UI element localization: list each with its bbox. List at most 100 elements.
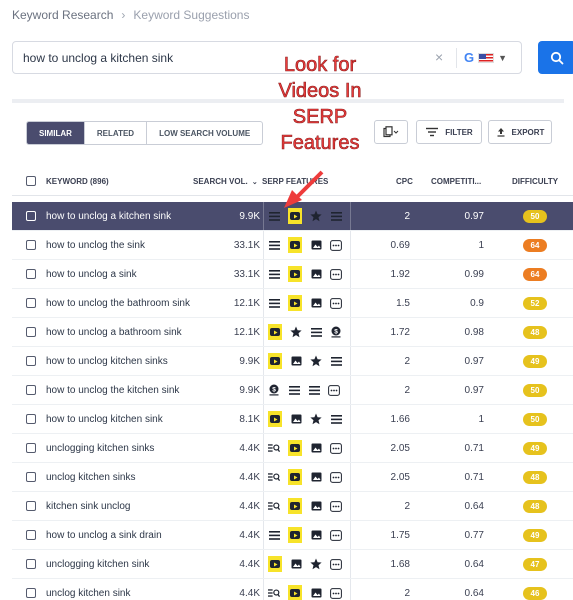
row-checkbox[interactable] [26, 298, 36, 308]
more-icon[interactable] [330, 587, 342, 599]
list-icon[interactable] [268, 268, 280, 280]
row-checkbox[interactable] [26, 414, 36, 424]
list-icon[interactable] [268, 529, 280, 541]
image-icon[interactable] [310, 442, 322, 454]
video-icon[interactable] [288, 527, 302, 543]
video-icon[interactable] [288, 295, 302, 311]
table-row[interactable]: how to unclog a sink 33.1K 1.92 0.99 64 [12, 260, 573, 289]
table-row[interactable]: how to unclog the sink 33.1K 0.69 1 64 [12, 231, 573, 260]
list-icon[interactable] [308, 384, 320, 396]
list-icon[interactable] [330, 355, 342, 367]
image-icon[interactable] [290, 413, 302, 425]
image-icon[interactable] [310, 471, 322, 483]
table-row[interactable]: how to unclog a sink drain 4.4K 1.75 0.7… [12, 521, 573, 550]
more-icon[interactable] [330, 558, 342, 570]
keyword-cell[interactable]: how to unclog a sink [46, 260, 196, 288]
more-icon[interactable] [330, 268, 342, 280]
tab-low-search-volume[interactable]: LOW SEARCH VOLUME [147, 122, 262, 144]
filter-button[interactable]: FILTER [416, 120, 482, 144]
video-icon[interactable] [288, 237, 302, 253]
video-icon[interactable] [268, 411, 282, 427]
tab-similar[interactable]: SIMILAR [27, 122, 85, 144]
ads-dollar-icon[interactable]: $ [268, 384, 280, 396]
keyword-cell[interactable]: how to unclog a kitchen sink [46, 202, 196, 230]
star-icon[interactable] [310, 355, 322, 367]
clear-icon[interactable]: × [435, 49, 443, 65]
image-icon[interactable] [310, 529, 322, 541]
column-cpc[interactable]: CPC [396, 177, 413, 186]
video-icon[interactable] [288, 208, 302, 224]
table-row[interactable]: how to unclog the kitchen sink 9.9K $ 2 … [12, 376, 573, 405]
more-icon[interactable] [328, 384, 340, 396]
video-icon[interactable] [268, 556, 282, 572]
video-icon[interactable] [288, 498, 302, 514]
table-row[interactable]: how to unclog kitchen sink 8.1K 1.66 1 5… [12, 405, 573, 434]
keyword-cell[interactable]: how to unclog a sink drain [46, 521, 196, 549]
video-icon[interactable] [288, 440, 302, 456]
ads-dollar-icon[interactable]: $ [330, 326, 342, 338]
select-all-checkbox[interactable] [26, 176, 36, 186]
row-checkbox[interactable] [26, 269, 36, 279]
keyword-cell[interactable]: kitchen sink unclog [46, 492, 196, 520]
table-row[interactable]: how to unclog a bathroom sink 12.1K $ 1.… [12, 318, 573, 347]
faq-search-icon[interactable] [268, 442, 280, 454]
keyword-cell[interactable]: how to unclog the bathroom sink [46, 289, 196, 317]
tab-related[interactable]: RELATED [85, 122, 148, 144]
more-icon[interactable] [330, 239, 342, 251]
row-checkbox[interactable] [26, 501, 36, 511]
video-icon[interactable] [288, 585, 302, 600]
row-checkbox[interactable] [26, 559, 36, 569]
video-icon[interactable] [288, 469, 302, 485]
column-search-volume[interactable]: SEARCH VOL. ⌄ [193, 177, 258, 186]
video-icon[interactable] [288, 266, 302, 282]
video-icon[interactable] [268, 324, 282, 340]
star-icon[interactable] [310, 558, 322, 570]
row-checkbox[interactable] [26, 472, 36, 482]
star-icon[interactable] [290, 326, 302, 338]
image-icon[interactable] [310, 587, 322, 599]
table-row[interactable]: how to unclog kitchen sinks 9.9K 2 0.97 … [12, 347, 573, 376]
image-icon[interactable] [290, 558, 302, 570]
image-icon[interactable] [310, 500, 322, 512]
table-row[interactable]: unclog kitchen sink 4.4K 2 0.64 46 [12, 579, 573, 600]
more-icon[interactable] [330, 297, 342, 309]
table-row[interactable]: unclogging kitchen sinks 4.4K 2.05 0.71 … [12, 434, 573, 463]
export-button[interactable]: EXPORT [488, 120, 552, 144]
list-icon[interactable] [330, 210, 342, 222]
search-engine-select[interactable]: G ▼ [464, 50, 507, 65]
image-icon[interactable] [290, 355, 302, 367]
row-checkbox[interactable] [26, 530, 36, 540]
keyword-cell[interactable]: unclogging kitchen sinks [46, 434, 196, 462]
list-icon[interactable] [310, 326, 322, 338]
star-icon[interactable] [310, 413, 322, 425]
list-icon[interactable] [268, 239, 280, 251]
list-icon[interactable] [288, 384, 300, 396]
row-checkbox[interactable] [26, 356, 36, 366]
table-row[interactable]: how to unclog the bathroom sink 12.1K 1.… [12, 289, 573, 318]
faq-search-icon[interactable] [268, 500, 280, 512]
row-checkbox[interactable] [26, 240, 36, 250]
breadcrumb-root[interactable]: Keyword Research [12, 8, 113, 22]
keyword-cell[interactable]: how to unclog kitchen sink [46, 405, 196, 433]
keyword-cell[interactable]: unclog kitchen sink [46, 579, 196, 600]
column-keyword[interactable]: KEYWORD (896) [46, 177, 109, 186]
row-checkbox[interactable] [26, 443, 36, 453]
image-icon[interactable] [310, 268, 322, 280]
list-icon[interactable] [268, 297, 280, 309]
list-icon[interactable] [330, 413, 342, 425]
search-button[interactable] [538, 41, 573, 74]
row-checkbox[interactable] [26, 385, 36, 395]
keyword-cell[interactable]: how to unclog the sink [46, 231, 196, 259]
list-icon[interactable] [268, 210, 280, 222]
column-difficulty[interactable]: DIFFICULTY [512, 177, 558, 186]
faq-search-icon[interactable] [268, 587, 280, 599]
keyword-cell[interactable]: how to unclog kitchen sinks [46, 347, 196, 375]
keyword-cell[interactable]: how to unclog the kitchen sink [46, 376, 196, 404]
video-icon[interactable] [268, 353, 282, 369]
star-icon[interactable] [310, 210, 322, 222]
keyword-cell[interactable]: how to unclog a bathroom sink [46, 318, 196, 346]
image-icon[interactable] [310, 297, 322, 309]
more-icon[interactable] [330, 529, 342, 541]
row-checkbox[interactable] [26, 211, 36, 221]
table-row[interactable]: unclog kitchen sinks 4.4K 2.05 0.71 48 [12, 463, 573, 492]
